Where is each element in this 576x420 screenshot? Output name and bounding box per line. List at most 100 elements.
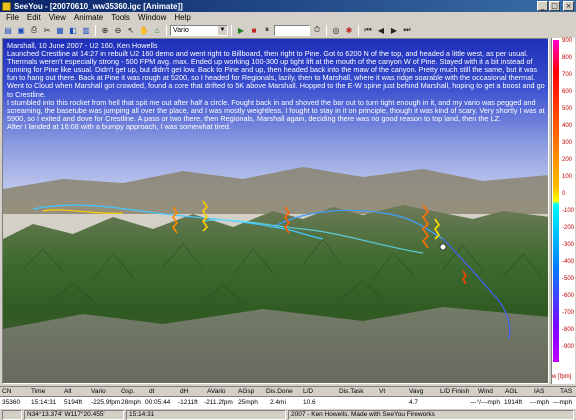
scale-tick: -200 — [562, 225, 575, 231]
scale-tick: -300 — [562, 242, 575, 248]
toolbar-separator — [326, 24, 327, 36]
status-bar: N34°13.374' W117°20.455' 15:14:31 2007 -… — [0, 408, 576, 420]
col-vario[interactable]: Vario — [91, 388, 106, 395]
col-ld-finish[interactable]: L/D Finish — [440, 388, 469, 395]
window-title: SeeYou - [20070610_ww35360.igc [Animate]… — [14, 1, 183, 11]
open-icon[interactable]: ▤ — [2, 24, 14, 36]
col-ias[interactable]: IAS — [534, 388, 544, 395]
menu-edit[interactable]: Edit — [23, 13, 45, 22]
scale-tick: 800 — [562, 55, 573, 61]
table-icon[interactable]: ▥ — [80, 24, 92, 36]
toolbar-separator — [95, 24, 96, 36]
layout-icon[interactable]: ◧ — [67, 24, 79, 36]
toolbar-separator — [358, 24, 359, 36]
speed-select[interactable] — [274, 24, 310, 36]
close-button[interactable]: × — [563, 1, 574, 11]
save-icon[interactable]: ▣ — [15, 24, 27, 36]
cell-ias: ---mph — [530, 399, 550, 406]
pointer-icon[interactable]: ↖ — [125, 24, 137, 36]
table-header-row: CN Time Alt Vario Gsp. dt dH AVario AGsp… — [0, 387, 576, 397]
col-time[interactable]: Time — [31, 388, 45, 395]
menu-tools[interactable]: Tools — [107, 13, 134, 22]
status-coordinates: N34°13.374' W117°20.455' — [24, 410, 124, 420]
scale-tick: 300 — [562, 140, 573, 146]
timer-icon[interactable]: ⏱ — [311, 24, 323, 36]
cell-dis-done: 2.4mi — [270, 399, 286, 406]
toolbar: ▤ ▣ ⎙ ✂ ▦ ◧ ▥ ⊕ ⊖ ↖ ✋ ⌂ Vario ▼ ▶ ■ ⏸ ⏱ … — [0, 23, 576, 37]
chevron-down-icon[interactable]: ▼ — [218, 25, 227, 35]
stop-icon[interactable]: ■ — [248, 24, 260, 36]
asterisk-icon[interactable]: ✱ — [343, 24, 355, 36]
col-avario[interactable]: AVario — [207, 388, 226, 395]
menu-file[interactable]: File — [2, 13, 23, 22]
scale-unit: w [fpm] — [552, 374, 572, 380]
cell-agl: 1914ft — [504, 399, 523, 406]
toolbar-separator — [231, 24, 232, 36]
menu-help[interactable]: Help — [170, 13, 194, 22]
next-icon[interactable]: ▶ — [388, 24, 400, 36]
vario-select-value: Vario — [173, 26, 189, 34]
status-pane-indicator — [2, 410, 22, 420]
minimize-button[interactable]: _ — [537, 1, 548, 11]
col-alt[interactable]: Alt — [64, 388, 72, 395]
col-cn[interactable]: CN — [2, 388, 11, 395]
title-bar[interactable]: SeeYou - [20070610_ww35360.igc [Animate]… — [0, 0, 576, 12]
col-gsp[interactable]: Gsp. — [121, 388, 135, 395]
prev-icon[interactable]: ◀ — [375, 24, 387, 36]
menu-bar: File Edit View Animate Tools Window Help — [0, 12, 576, 23]
cell-avario: -211.2fpm — [204, 399, 233, 406]
menu-view[interactable]: View — [45, 13, 70, 22]
cell-ld: 10.6 — [303, 399, 316, 406]
col-vavg[interactable]: Vavg — [409, 388, 423, 395]
table-row[interactable]: 35360 15:14:31 5194ft -225.9fpm 28mph 00… — [0, 398, 576, 408]
cell-wind: ---°/---mph — [470, 399, 501, 406]
toolbar-separator — [166, 24, 167, 36]
distant-hills — [3, 167, 548, 214]
scale-tick: 0 — [562, 191, 566, 197]
hand-icon[interactable]: ✋ — [138, 24, 150, 36]
last-icon[interactable]: ⏭ — [401, 24, 413, 36]
window-controls: _ □ × — [537, 1, 574, 11]
scale-tick: 600 — [562, 89, 573, 95]
play-icon[interactable]: ▶ — [235, 24, 247, 36]
menu-window[interactable]: Window — [134, 13, 170, 22]
col-vt[interactable]: Vt — [379, 388, 385, 395]
print-icon[interactable]: ⎙ — [28, 24, 40, 36]
scale-tick: 100 — [562, 174, 573, 180]
col-dt[interactable]: dt — [149, 388, 154, 395]
col-dis-done[interactable]: Dis.Done — [266, 388, 293, 395]
target-icon[interactable]: ◎ — [330, 24, 342, 36]
cell-cn: 35360 — [2, 399, 21, 406]
col-wind[interactable]: Wind — [478, 388, 493, 395]
vario-select[interactable]: Vario ▼ — [170, 24, 228, 36]
maximize-button[interactable]: □ — [549, 1, 560, 11]
cell-dh: -1211ft — [178, 399, 198, 406]
pause-icon[interactable]: ⏸ — [261, 24, 273, 36]
col-ld[interactable]: L/D — [303, 388, 313, 395]
cut-icon[interactable]: ✂ — [41, 24, 53, 36]
zoom-out-icon[interactable]: ⊖ — [112, 24, 124, 36]
valley-floor — [3, 307, 548, 383]
scale-tick: -400 — [562, 259, 575, 265]
col-agsp[interactable]: AGsp — [238, 388, 254, 395]
zoom-in-icon[interactable]: ⊕ — [99, 24, 111, 36]
flight-data-table: CN Time Alt Vario Gsp. dt dH AVario AGsp… — [0, 386, 576, 408]
col-tas[interactable]: TAS — [560, 388, 572, 395]
status-time: 15:14:31 — [126, 410, 286, 420]
home-icon[interactable]: ⌂ — [151, 24, 163, 36]
col-dh[interactable]: dH — [180, 388, 188, 395]
scale-tick: -800 — [562, 327, 575, 333]
col-dis-task[interactable]: Dis.Task — [339, 388, 364, 395]
3d-view[interactable]: Marshall, 10 June 2007 - U2 160, Ken How… — [2, 38, 549, 384]
col-agl[interactable]: AGL — [505, 388, 518, 395]
grid-icon[interactable]: ▦ — [54, 24, 66, 36]
scale-tick: 900 — [562, 38, 573, 44]
flight-story: Marshall, 10 June 2007 - U2 160, Ken How… — [7, 41, 547, 131]
scale-tick: 400 — [562, 123, 573, 129]
status-credit: 2007 - Ken Howells. Made with SeeYou Fir… — [288, 410, 574, 420]
app-icon[interactable] — [2, 1, 11, 11]
menu-animate[interactable]: Animate — [70, 13, 107, 22]
first-icon[interactable]: ⏮ — [362, 24, 374, 36]
cell-time: 15:14:31 — [31, 399, 57, 406]
scale-tick: -600 — [562, 293, 575, 299]
